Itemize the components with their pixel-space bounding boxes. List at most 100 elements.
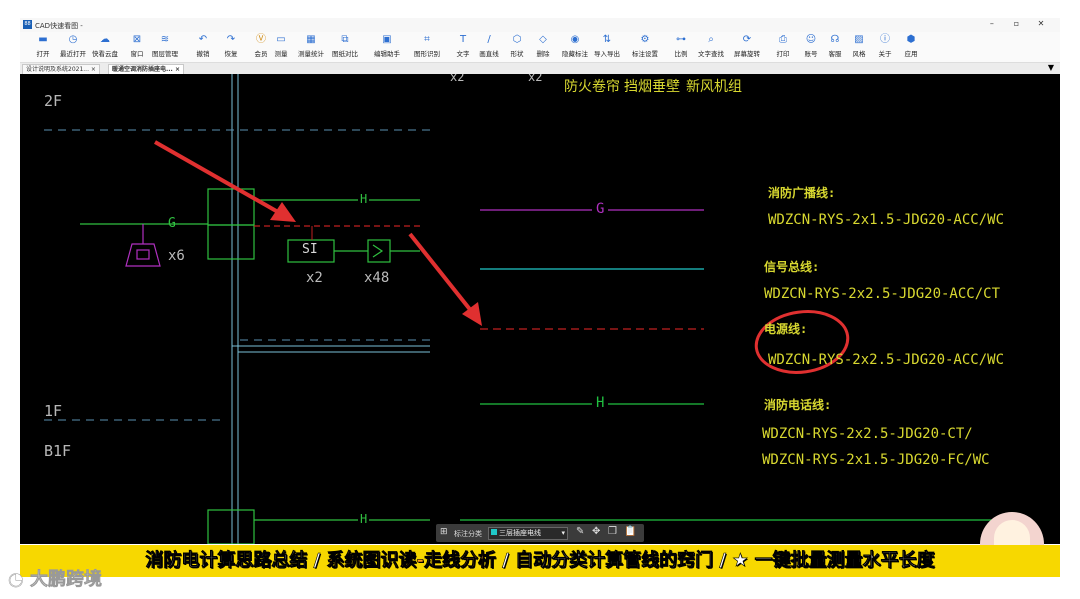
toolbar-button-label: 客服 (828, 50, 842, 58)
toolbar-button-cloud[interactable]: ☁ 快看云盘 (90, 34, 120, 58)
redo-icon: ↷ (226, 34, 236, 45)
minimize-button[interactable]: – (981, 19, 1003, 28)
subtitle-highlight: 系统图识读-走线分析 (326, 550, 496, 572)
toolbar-button-import-export[interactable]: ⇅ 导入导出 (592, 34, 622, 58)
toolbar-button-label: 窗口 (130, 50, 144, 58)
toolbar-button-layers[interactable]: ≋ 图层管理 (150, 34, 180, 58)
annotation-arrows (154, 140, 482, 326)
toolbar-button-clock[interactable]: ◷ 最近打开 (58, 34, 88, 58)
annotation-settings-icon: ⚙ (640, 34, 650, 45)
toolbar-button-recognize[interactable]: ⌗ 图形识别 (412, 34, 442, 58)
close-icon[interactable]: × (91, 66, 96, 73)
print-icon: ⎙ (779, 34, 787, 45)
window-controls: – ▫ ✕ (981, 19, 1052, 28)
toolbar-button-measure[interactable]: ▭ 测量 (266, 34, 296, 58)
style-icon: ▨ (854, 34, 864, 45)
subtitle-part1: 消防电计算思路总结 / (145, 550, 327, 572)
toolbar-button-line[interactable]: / 画直线 (474, 34, 504, 58)
toolbar-button-eraser[interactable]: ◇ 删除 (528, 34, 558, 58)
move-icon[interactable]: ✥ (592, 526, 600, 537)
copy-icon[interactable]: ❐ (608, 526, 617, 537)
toolbar-button-label: 比例 (674, 50, 688, 58)
toolbar-button-edit-helper[interactable]: ▣ 编辑助手 (372, 34, 402, 58)
toolbar-button-label: 形状 (510, 50, 524, 58)
annotation-category-bar: ⊞ 标注分类 三层插座电线 ▾ ✎ ✥ ❐ 📋 (436, 524, 644, 542)
toolbar-button-label: 标注设置 (632, 50, 658, 58)
floor-label-1f: 1F (44, 402, 63, 420)
legend-title-signal: 信号总线: (764, 260, 820, 274)
shape-icon: ⬡ (512, 34, 522, 45)
toolbar-button-label: 画直线 (479, 50, 499, 58)
toolbar-button-print[interactable]: ⎙ 打印 (768, 34, 798, 58)
toolbar-button-label: 恢复 (224, 50, 238, 58)
legend-g-mark: G (592, 201, 609, 217)
toolbar-button-label: 隐藏标注 (562, 50, 588, 58)
toolbar-button-label: 最近打开 (60, 50, 86, 58)
subtitle-part2: / 自动分类计算管线的窍门 / ★ 一键批量测量水平长度 (495, 550, 935, 572)
legend-title-phone: 消防电话线: (764, 398, 832, 412)
app-logo-icon: 88 (23, 20, 32, 29)
qty-speaker: x6 (168, 248, 185, 264)
qty-module: x48 (364, 270, 390, 286)
legend-title-broadcast: 消防广播线: (768, 186, 836, 200)
info-icon: ⓘ (880, 34, 890, 45)
eraser-icon: ◇ (539, 34, 547, 45)
window-title: CAD快速看图 - (35, 22, 83, 30)
toolbar: ▬ 打开 ◷ 最近打开 ☁ 快看云盘 ⊠ 窗口 ≋ 图层管理 ↶ 撤销 ↷ 恢复 Ⓥ 会员 ▭ 测量 ▦ 测量统计 ⧉ 图… (20, 32, 1060, 63)
module-symbol (367, 239, 391, 263)
cad-canvas[interactable]: 2F 1F B1F x2 x2 防火卷帘 挡烟垂壁 新风机组 G H SI x6… (20, 74, 1060, 544)
toolbar-button-label: 图纸对比 (332, 50, 358, 58)
legend-title-power: 电源线: (764, 322, 808, 336)
module-box (207, 224, 255, 260)
legend-spec-signal: WDZCN-RYS-2x2.5-JDG20-ACC/CT (764, 286, 1001, 302)
g-mark: G (168, 216, 176, 231)
toolbar-button-eye[interactable]: ◉ 隐藏标注 (560, 34, 590, 58)
drawing-svg (44, 74, 1020, 544)
scale-icon: ⊶ (676, 34, 686, 45)
toolbar-button-label: 编辑助手 (374, 50, 400, 58)
cloud-icon: ☁ (100, 34, 110, 45)
clock-icon: ◷ (68, 34, 78, 45)
toolbar-button-label: 删除 (536, 50, 550, 58)
toolbar-button-apps[interactable]: ⬢ 应用 (896, 34, 926, 58)
toolbar-button-compare[interactable]: ⧉ 图纸对比 (330, 34, 360, 58)
toolbar-button-label: 导入导出 (594, 50, 620, 58)
toolbar-button-label: 文字 (456, 50, 470, 58)
tab-label: 暖通空调消防插座电... (112, 66, 173, 73)
toolbar-button-rotate[interactable]: ⟳ 屏幕旋转 (732, 34, 762, 58)
toolbar-button-redo[interactable]: ↷ 恢复 (216, 34, 246, 58)
category-select[interactable]: 三层插座电线 ▾ (488, 527, 568, 540)
folder-icon: ▬ (38, 34, 48, 45)
find-text-icon: ⌕ (708, 34, 714, 45)
toolbar-button-annotation-settings[interactable]: ⚙ 标注设置 (630, 34, 660, 58)
h-mark: H (358, 192, 370, 206)
toolbar-button-find-text[interactable]: ⌕ 文字查找 (696, 34, 726, 58)
legend-h-mark: H (592, 395, 609, 411)
toolbar-button-window[interactable]: ⊠ 窗口 (122, 34, 152, 58)
line-icon: / (487, 34, 491, 45)
toolbar-button-folder[interactable]: ▬ 打开 (28, 34, 58, 58)
close-button[interactable]: ✕ (1030, 19, 1052, 28)
floor-label-2f: 2F (44, 92, 63, 110)
close-icon[interactable]: × (175, 66, 180, 73)
edit-helper-icon: ▣ (382, 34, 392, 45)
toolbar-button-stats[interactable]: ▦ 测量统计 (296, 34, 326, 58)
maximize-button[interactable]: ▫ (1005, 19, 1027, 28)
device-label-fresh-air: 新风机组 (686, 79, 742, 95)
top-qty-label: x2 (528, 74, 543, 84)
watermark: ◔ 大鹏跨境 (8, 565, 102, 591)
toolbar-button-label: 屏幕旋转 (734, 50, 760, 58)
category-label: 标注分类 (454, 530, 482, 538)
toolbar-button-label: 打开 (36, 50, 50, 58)
tabs-dropdown-icon[interactable]: ▼ (1048, 63, 1054, 72)
category-icon[interactable]: ⊞ (440, 527, 448, 537)
toolbar-button-label: 测量 (274, 50, 288, 58)
paste-icon[interactable]: 📋 (624, 526, 636, 537)
edit-icon[interactable]: ✎ (576, 526, 584, 537)
toolbar-button-label: 文字查找 (698, 50, 724, 58)
apps-icon: ⬢ (906, 34, 916, 45)
toolbar-button-undo[interactable]: ↶ 撤销 (188, 34, 218, 58)
category-selected-value: 三层插座电线 (499, 529, 541, 537)
toolbar-button-scale[interactable]: ⊶ 比例 (666, 34, 696, 58)
top-qty-label: x2 (450, 74, 465, 84)
